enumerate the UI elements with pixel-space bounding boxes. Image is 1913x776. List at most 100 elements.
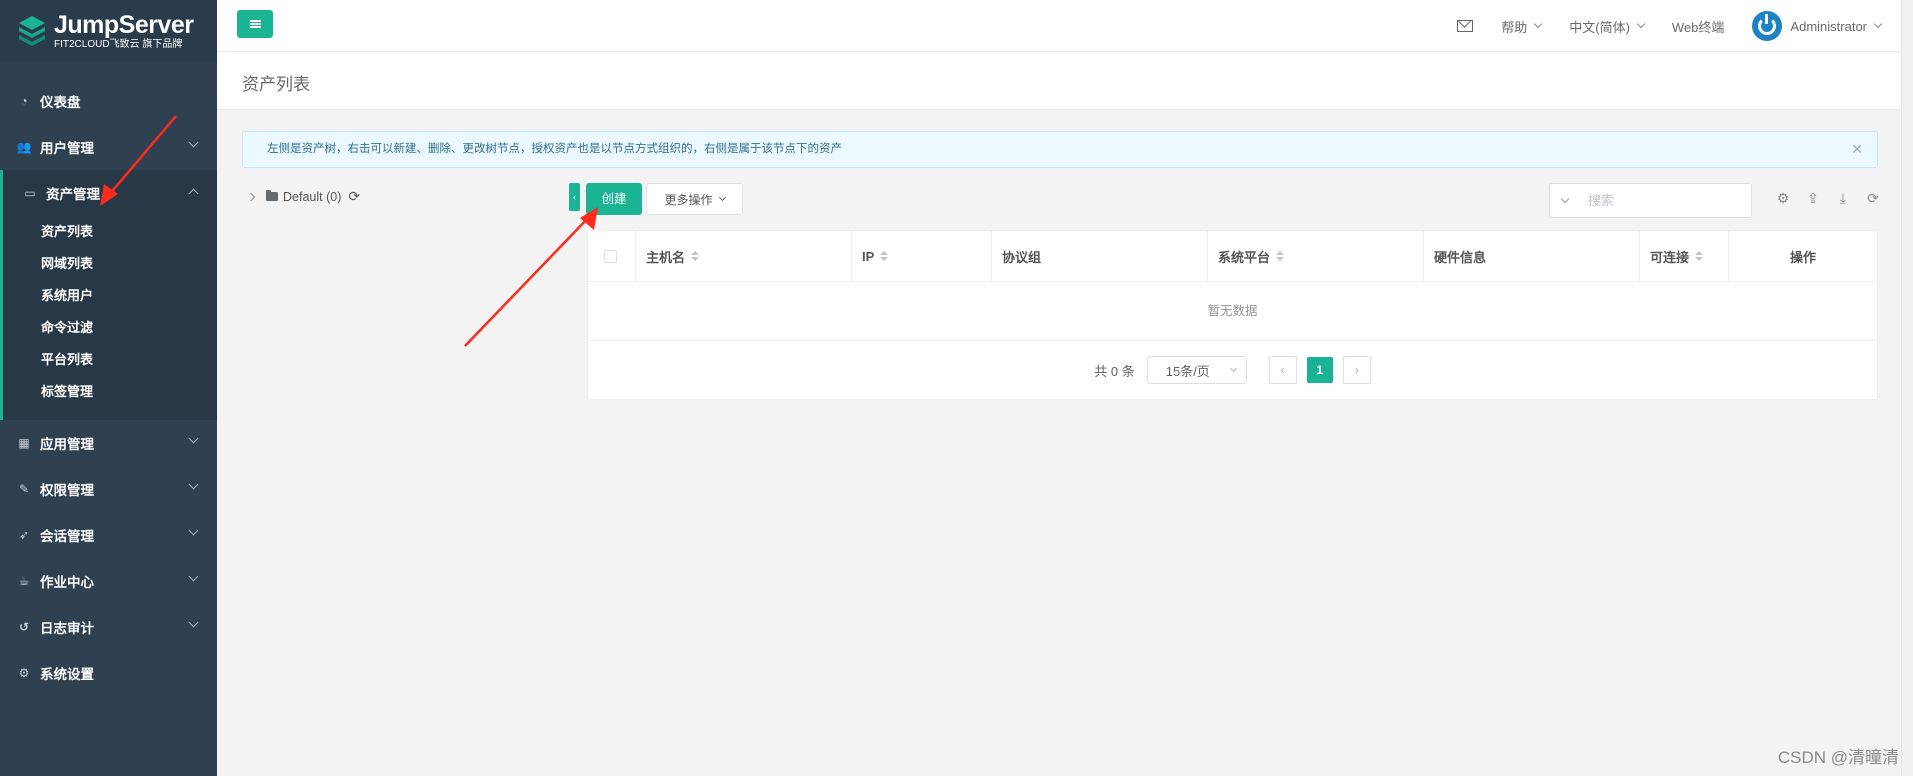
search-field xyxy=(1549,183,1752,218)
page-scrollbar[interactable] xyxy=(1901,0,1913,776)
column-label: 硬件信息 xyxy=(1434,249,1487,265)
column-ip[interactable]: IP xyxy=(852,231,992,281)
jumpserver-logo-icon xyxy=(19,16,45,46)
sort-icon[interactable] xyxy=(1276,251,1285,261)
column-hardware: 硬件信息 xyxy=(1424,231,1640,281)
sidebar-item-label: 权限管理 xyxy=(40,483,94,498)
column-hostname[interactable]: 主机名 xyxy=(636,231,852,281)
prev-page-button[interactable]: ‹ xyxy=(1268,356,1297,384)
chevron-left-icon: ‹ xyxy=(1280,363,1285,377)
sidebar-item-audit-logs[interactable]: ↺ 日志审计 xyxy=(0,604,217,650)
create-button[interactable]: 创建 xyxy=(586,183,642,215)
sidebar-group-assets: ▭ 资产管理 资产列表 网域列表 系统用户 命令过滤 平台列表 标签管理 xyxy=(0,170,217,420)
sidebar-toggle-button[interactable] xyxy=(237,10,273,38)
rocket-icon: ➶ xyxy=(18,528,30,542)
search-input[interactable] xyxy=(1588,193,1738,208)
submenu-item-label-management[interactable]: 标签管理 xyxy=(3,376,217,408)
dashboard-icon: ◔ xyxy=(20,94,28,108)
column-actions: 操作 xyxy=(1729,231,1877,281)
upload-icon[interactable]: ⇪ xyxy=(1798,190,1828,207)
page-heading: 资产列表 xyxy=(217,52,1901,110)
tree-node-default[interactable]: Default (0) xyxy=(283,190,341,204)
chevron-down-icon xyxy=(1534,19,1543,29)
coffee-icon: ☕ xyxy=(18,574,30,588)
page-number-current[interactable]: 1 xyxy=(1306,357,1333,383)
web-terminal-link[interactable]: Web终端 xyxy=(1672,17,1725,36)
select-all-cell xyxy=(588,231,636,281)
help-dropdown[interactable]: 帮助 xyxy=(1501,17,1543,36)
table-header: 主机名 IP 协议组 系统平台 硬件信息 可连接 操作 xyxy=(588,231,1877,282)
sort-icon[interactable] xyxy=(880,251,889,261)
user-dropdown[interactable]: Administrator xyxy=(1752,11,1883,41)
close-icon[interactable]: ✕ xyxy=(1851,132,1863,167)
sidebar-item-dashboard[interactable]: ◔ 仪表盘 xyxy=(0,78,217,124)
sidebar-item-permissions[interactable]: ✎ 权限管理 xyxy=(0,466,217,512)
inbox-icon: ▭ xyxy=(24,186,36,200)
more-actions-button[interactable]: 更多操作 xyxy=(646,183,743,215)
sidebar-item-label: 日志审计 xyxy=(40,621,94,636)
brand-logo[interactable]: JumpServer FIT2CLOUD飞致云 旗下品牌 xyxy=(0,0,217,62)
column-label: 操作 xyxy=(1789,249,1816,265)
sort-icon[interactable] xyxy=(1695,251,1704,261)
refresh-icon[interactable]: ⟳ xyxy=(1858,190,1888,207)
chevron-down-icon xyxy=(188,617,199,628)
sort-icon[interactable] xyxy=(691,251,700,261)
column-label: 系统平台 xyxy=(1218,249,1271,265)
info-alert: 左侧是资产树，右击可以新建、删除、更改树节点，授权资产也是以节点方式组织的，右侧… xyxy=(242,131,1878,168)
language-dropdown[interactable]: 中文(简体) xyxy=(1569,17,1646,36)
submenu-item-domain-list[interactable]: 网域列表 xyxy=(3,248,217,280)
settings-icon[interactable]: ⚙ xyxy=(1768,190,1798,207)
page-size-select[interactable]: 15条/页 xyxy=(1146,356,1247,384)
sidebar: JumpServer FIT2CLOUD飞致云 旗下品牌 ◔ 仪表盘 👥 用户管… xyxy=(0,0,217,776)
select-all-checkbox[interactable] xyxy=(604,249,617,263)
chevron-up-icon xyxy=(188,188,199,199)
chevron-down-icon xyxy=(1873,19,1883,29)
chevron-down-icon[interactable] xyxy=(1560,194,1570,203)
asset-table: 主机名 IP 协议组 系统平台 硬件信息 可连接 操作 暂无数据 共 0 条 1… xyxy=(587,230,1878,400)
column-platform[interactable]: 系统平台 xyxy=(1208,231,1424,281)
table-tools: ⚙ ⇪ ⤓ ⟳ xyxy=(1768,190,1888,207)
chevron-right-icon[interactable] xyxy=(246,192,256,201)
refresh-icon[interactable]: ⟳ xyxy=(348,188,360,205)
total-count: 共 0 条 xyxy=(1094,363,1135,379)
column-protocols: 协议组 xyxy=(992,231,1208,281)
folder-icon xyxy=(266,190,278,201)
submenu-item-platform-list[interactable]: 平台列表 xyxy=(3,344,217,376)
chevron-left-icon: ‹ xyxy=(573,192,576,202)
pagination: 共 0 条 15条/页 ‹ 1 › xyxy=(588,341,1877,399)
sidebar-nav: ◔ 仪表盘 👥 用户管理 ▭ 资产管理 资产列表 网域列表 系统用户 命令过滤 … xyxy=(0,78,217,696)
sidebar-item-label: 系统设置 xyxy=(40,667,94,682)
brand-title: JumpServer xyxy=(54,10,194,39)
sidebar-item-jobs[interactable]: ☕ 作业中心 xyxy=(0,558,217,604)
watermark: CSDN @清曈清 xyxy=(1777,748,1899,767)
sidebar-item-label: 会话管理 xyxy=(40,529,94,544)
submenu-item-system-user[interactable]: 系统用户 xyxy=(3,280,217,312)
submenu-item-command-filter[interactable]: 命令过滤 xyxy=(3,312,217,344)
brand-subtitle: FIT2CLOUD飞致云 旗下品牌 xyxy=(54,38,183,50)
power-icon xyxy=(1758,14,1777,35)
sidebar-item-label: 仪表盘 xyxy=(40,95,81,110)
empty-state: 暂无数据 xyxy=(588,282,1877,341)
sidebar-item-sessions[interactable]: ➶ 会话管理 xyxy=(0,512,217,558)
download-icon[interactable]: ⤓ xyxy=(1828,190,1858,207)
page-size-value: 15条/页 xyxy=(1165,363,1210,379)
submenu-item-asset-list[interactable]: 资产列表 xyxy=(3,216,217,248)
language-label: 中文(简体) xyxy=(1569,19,1630,35)
envelope-icon xyxy=(1457,20,1474,32)
top-navbar: 帮助 中文(简体) Web终端 Administrator xyxy=(217,0,1913,52)
apps-grid-icon: ▦ xyxy=(18,436,30,450)
user-name: Administrator xyxy=(1790,18,1867,34)
collapse-tree-button[interactable]: ‹ xyxy=(569,183,580,211)
column-connectivity[interactable]: 可连接 xyxy=(1640,231,1729,281)
sidebar-item-users[interactable]: 👥 用户管理 xyxy=(0,124,217,170)
sidebar-item-applications[interactable]: ▦ 应用管理 xyxy=(0,420,217,466)
chevron-down-icon xyxy=(1229,364,1237,373)
messages-button[interactable] xyxy=(1457,20,1474,32)
sidebar-item-assets[interactable]: ▭ 资产管理 xyxy=(3,170,217,216)
chevron-down-icon xyxy=(188,525,199,536)
column-label: 主机名 xyxy=(646,249,686,265)
chevron-down-icon xyxy=(188,137,199,148)
sidebar-item-settings[interactable]: ⚙ 系统设置 xyxy=(0,650,217,696)
chevron-down-icon xyxy=(188,433,199,444)
next-page-button[interactable]: › xyxy=(1342,356,1371,384)
